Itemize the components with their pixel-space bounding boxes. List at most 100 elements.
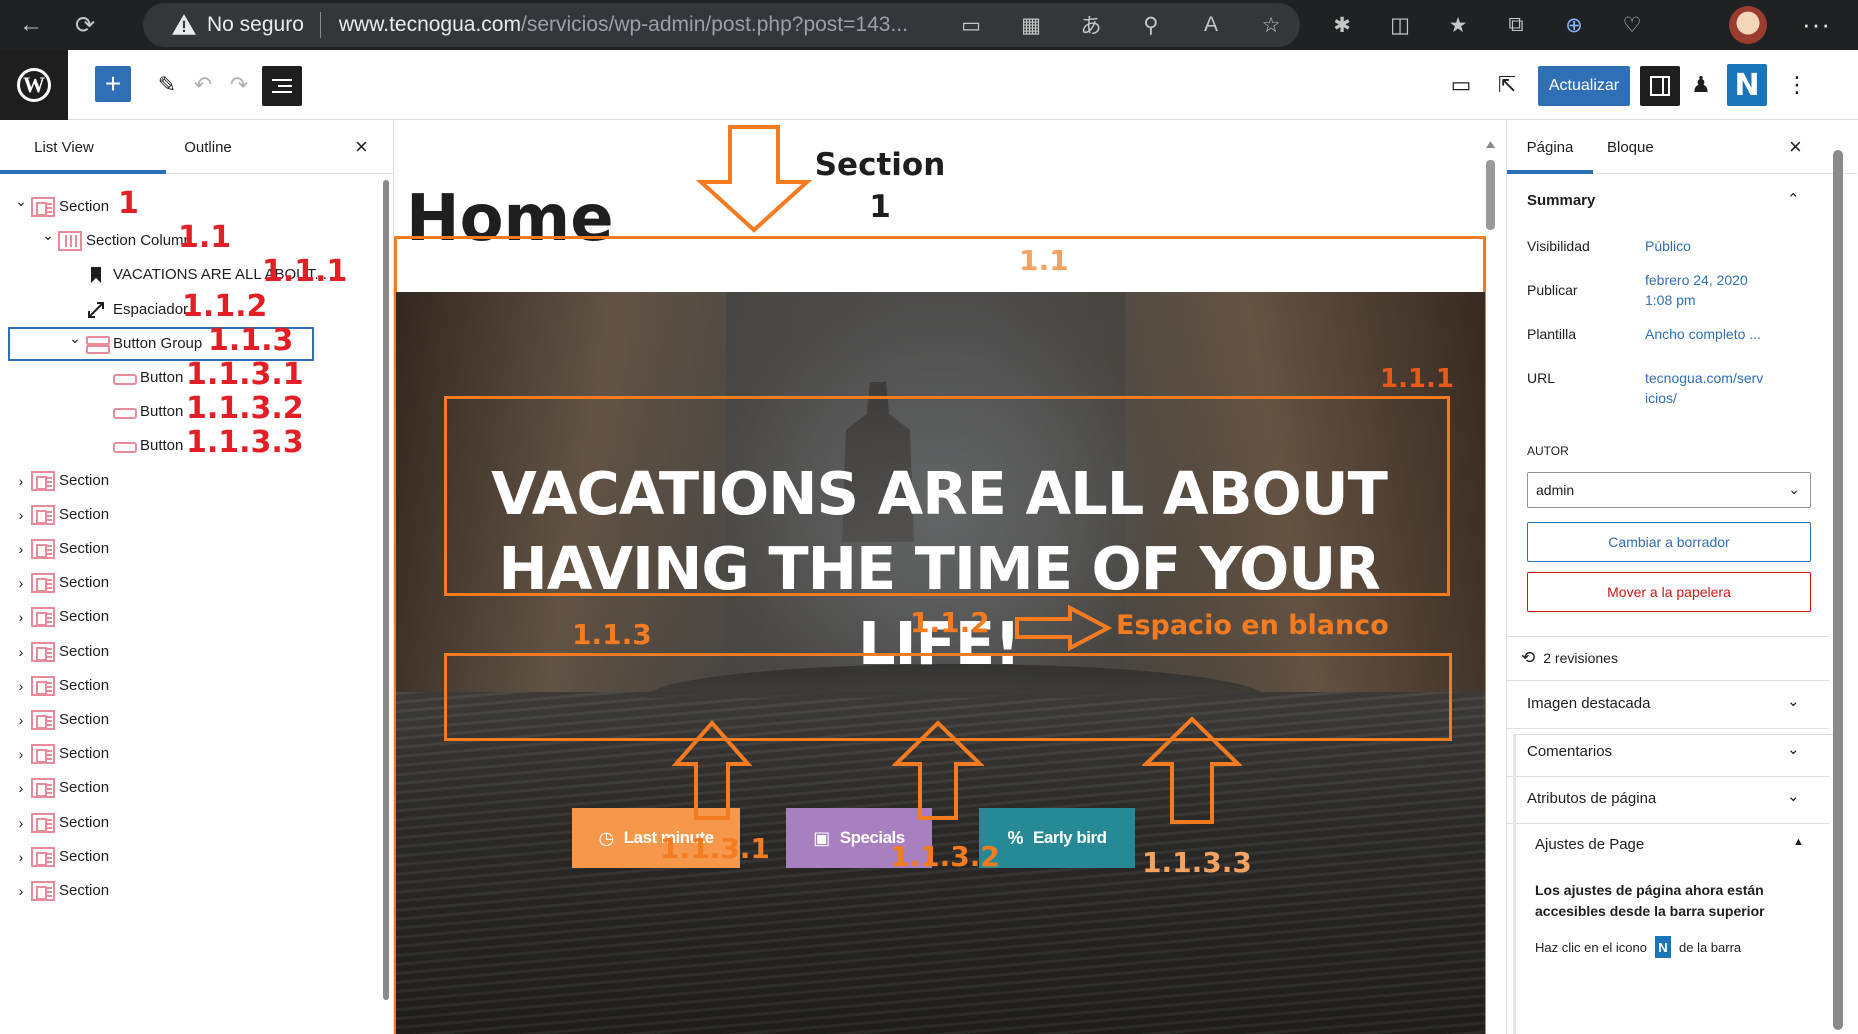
wordpress-logo[interactable]: W [0, 50, 68, 120]
translate-icon[interactable]: あ [1076, 11, 1106, 39]
app-available-icon[interactable]: ▭ [956, 11, 986, 39]
preview-desktop-icon[interactable]: ▭ [1444, 68, 1478, 102]
chevron-right-icon[interactable]: › [14, 849, 28, 865]
reload-icon[interactable]: ⟳ [68, 8, 102, 42]
chevron-right-icon[interactable]: › [14, 746, 28, 762]
list-view-row[interactable]: › Section [0, 600, 380, 634]
summary-heading[interactable]: Summary [1527, 192, 1595, 209]
button3-up-arrow-icon [1142, 716, 1242, 824]
list-view-row[interactable]: ⌄ Section [0, 190, 380, 224]
list-view-row[interactable]: › Section [0, 771, 380, 805]
author-select[interactable]: admin ⌄ [1527, 472, 1811, 508]
view-post-external-icon[interactable]: ⇱ [1490, 68, 1524, 102]
tab-block-label: Bloque [1607, 138, 1654, 156]
downloads-icon[interactable]: ⊕ [1559, 11, 1589, 39]
publish-value[interactable]: febrero 24, 2020 1:08 pm [1645, 270, 1795, 310]
list-view-row[interactable]: › Section [0, 464, 380, 498]
scroll-up-triangle-icon[interactable] [1486, 140, 1495, 149]
hero-button[interactable]: % Early bird [979, 808, 1135, 868]
url-host: www.tecnogua.com [338, 13, 521, 36]
list-view-scrollbar[interactable] [383, 180, 389, 1000]
settings-sidebar-toggle-icon[interactable] [1640, 66, 1680, 106]
move-to-trash-button[interactable]: Mover a la papelera [1527, 572, 1811, 612]
block-inserter-plus-icon[interactable]: + [95, 66, 131, 102]
list-view-row[interactable]: › Section [0, 635, 380, 669]
close-icon[interactable]: × [355, 134, 368, 160]
chevron-down-icon[interactable]: ⌄ [41, 227, 55, 244]
publish-date: febrero 24, 2020 [1645, 272, 1748, 288]
list-view-row[interactable]: › Section [0, 806, 380, 840]
list-view-row[interactable]: › Section [0, 669, 380, 703]
n-plugin-icon[interactable]: N [1727, 64, 1767, 106]
chevron-right-icon[interactable]: › [14, 883, 28, 899]
chevron-right-icon[interactable]: › [14, 507, 28, 523]
list-view-row[interactable]: › Section [0, 840, 380, 874]
chevron-right-icon[interactable]: › [14, 678, 28, 694]
revisions-link[interactable]: ⟲ 2 revisiones [1521, 648, 1618, 668]
chevron-down-icon[interactable]: ⌄ [68, 330, 82, 347]
list-view-row[interactable]: › Section [0, 703, 380, 737]
canvas-scroll-thumb[interactable] [1486, 160, 1495, 230]
notice-text-after: de la barra [1679, 939, 1742, 955]
list-view-row-label: Section [59, 779, 110, 797]
sidebar-scrollbar[interactable] [1833, 150, 1843, 1030]
tab-block[interactable]: Bloque [1607, 120, 1654, 174]
template-value[interactable]: Ancho completo ... [1645, 324, 1795, 344]
chevron-down-icon[interactable]: ⌄ [14, 193, 28, 210]
profile-avatar[interactable] [1729, 6, 1767, 44]
favorite-star-icon[interactable]: ☆ [1256, 11, 1286, 39]
browser-menu-icon[interactable]: ··· [1802, 9, 1831, 40]
list-view-row[interactable]: › Section [0, 498, 380, 532]
undo-icon[interactable]: ↶ [186, 68, 220, 102]
list-view-row[interactable]: › Section [0, 737, 380, 771]
list-view-row[interactable]: › Section [0, 532, 380, 566]
back-arrow-icon[interactable]: ← [14, 8, 48, 42]
chevron-up-icon[interactable]: ⌃ [1787, 190, 1800, 208]
read-aloud-icon[interactable]: A [1196, 11, 1226, 39]
address-bar[interactable]: No seguro www.tecnogua.com/servicios/wp-… [143, 3, 1300, 47]
spacer-resize-icon [85, 300, 109, 320]
chevron-down-icon[interactable]: ⌄ [1787, 692, 1800, 710]
collections-icon[interactable]: ⧉ [1501, 11, 1531, 39]
list-view-toggle-icon[interactable] [262, 66, 302, 106]
list-view-row[interactable]: › Section [0, 874, 380, 908]
redo-icon[interactable]: ↷ [222, 68, 256, 102]
block-number-annotation: 1.1.2 [182, 288, 268, 324]
url-value[interactable]: tecnogua.com/serv icios/ [1645, 368, 1795, 408]
chevron-right-icon[interactable]: › [14, 575, 28, 591]
chevron-right-icon[interactable]: › [14, 780, 28, 796]
triangle-up-icon[interactable]: ▲ [1793, 836, 1804, 848]
featured-image-panel[interactable]: Imagen destacada [1527, 695, 1650, 712]
tab-page[interactable]: Página [1507, 120, 1593, 174]
list-view-row[interactable]: › Section [0, 566, 380, 600]
chevron-right-icon[interactable]: › [14, 644, 28, 660]
column-icon [58, 231, 82, 252]
visibility-value[interactable]: Público [1645, 236, 1795, 256]
tab-outline-label: Outline [184, 138, 232, 156]
extensions-puzzle-icon[interactable]: ✱ [1327, 11, 1357, 39]
chevron-right-icon[interactable]: › [14, 712, 28, 728]
tab-outline[interactable]: Outline [166, 120, 250, 174]
zoom-icon[interactable]: ⚲ [1136, 11, 1166, 39]
plugin-penguin-icon[interactable]: ♟ [1684, 68, 1718, 102]
canvas-scrollbar[interactable] [1486, 140, 1495, 1010]
close-icon[interactable]: × [1789, 134, 1802, 160]
browser-health-icon[interactable]: ♡ [1617, 11, 1647, 39]
update-button[interactable]: Actualizar [1538, 66, 1630, 106]
split-screen-icon[interactable]: ◫ [1385, 11, 1415, 39]
chevron-right-icon[interactable]: › [14, 541, 28, 557]
options-kebab-icon[interactable]: ⋮ [1780, 68, 1814, 102]
extensions-grid-icon[interactable]: ▦ [1016, 11, 1046, 39]
revisions-label: 2 revisiones [1543, 650, 1618, 666]
heading-outline [444, 396, 1450, 596]
chevron-right-icon[interactable]: › [14, 609, 28, 625]
favorites-icon[interactable]: ★ [1443, 11, 1473, 39]
block-number-annotation: 1.1.3.1 [186, 357, 304, 392]
page-settings-heading[interactable]: Ajustes de Page [1535, 836, 1644, 853]
chevron-right-icon[interactable]: › [14, 473, 28, 489]
switch-to-draft-button[interactable]: Cambiar a borrador [1527, 522, 1811, 562]
insecure-label: No seguro [207, 13, 304, 36]
tab-list-view[interactable]: List View [0, 120, 166, 174]
chevron-right-icon[interactable]: › [14, 815, 28, 831]
edit-pencil-icon[interactable]: ✎ [150, 68, 184, 102]
